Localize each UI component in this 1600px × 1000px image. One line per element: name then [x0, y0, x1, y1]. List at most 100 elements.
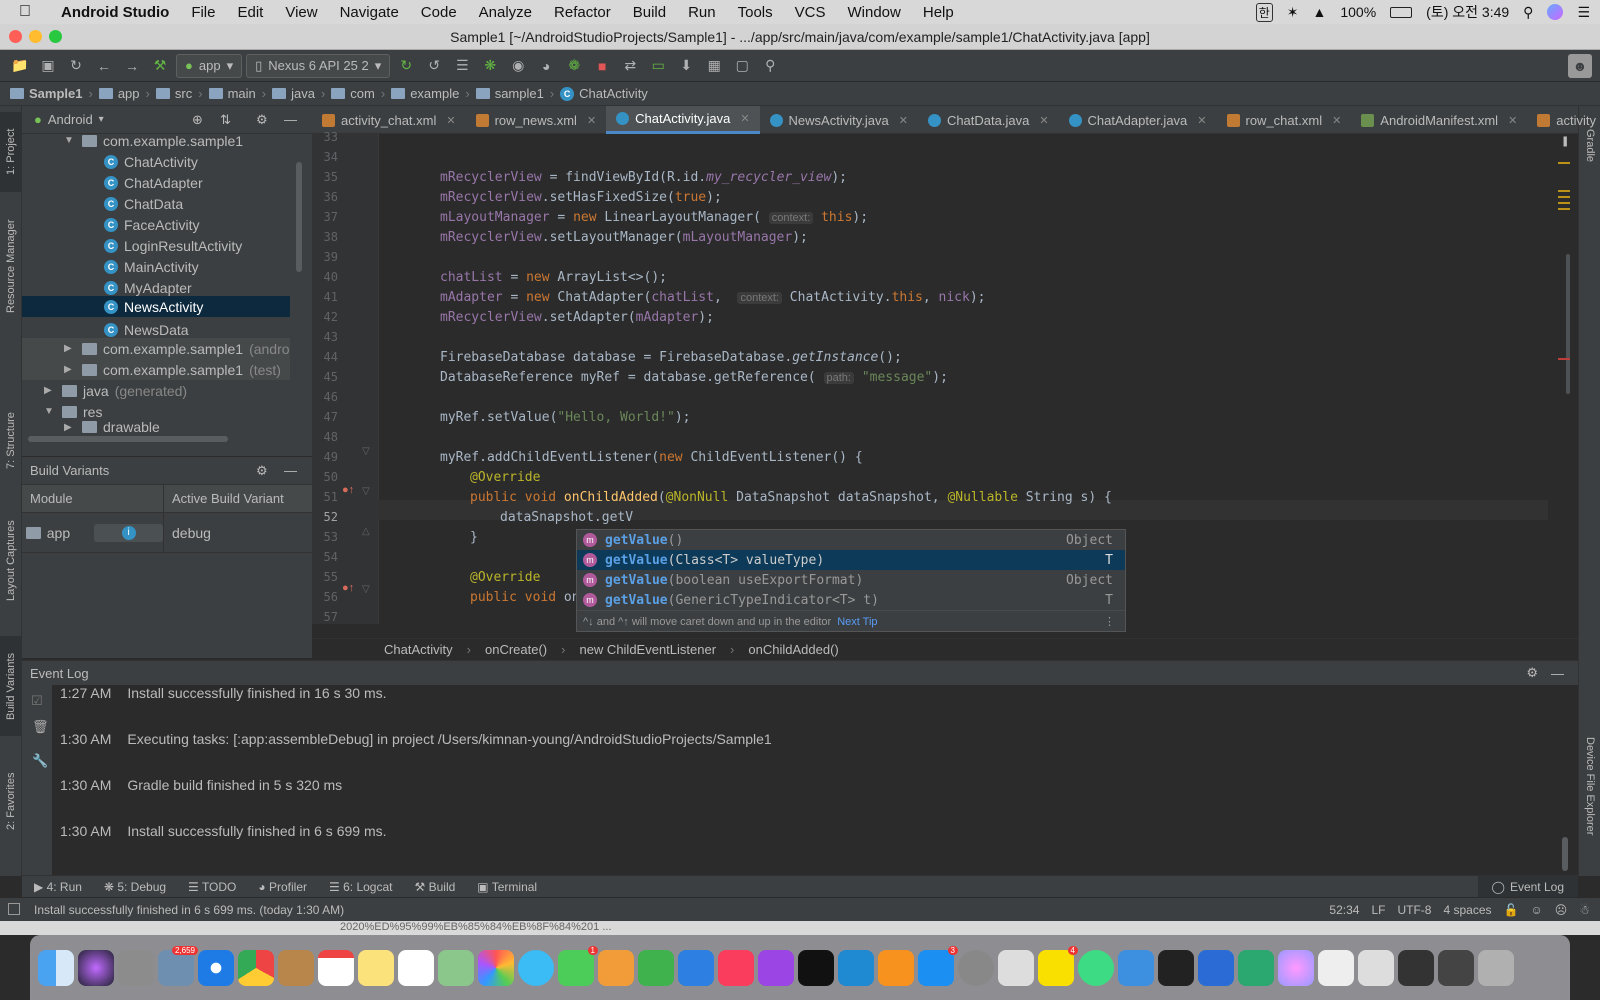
horizontal-scrollbar[interactable] — [28, 436, 228, 442]
menu-vcs[interactable]: VCS — [784, 4, 837, 21]
save-all-icon[interactable]: ▣ — [36, 54, 60, 78]
menu-view[interactable]: View — [274, 4, 328, 21]
notes-folder-icon[interactable] — [278, 949, 314, 986]
trash-icon[interactable]: 🗑 — [32, 719, 49, 735]
menu-analyze[interactable]: Analyze — [468, 4, 543, 21]
notes-icon[interactable] — [358, 949, 394, 986]
run-config-select[interactable]: ● app ▾ — [176, 53, 243, 78]
completion-item[interactable]: m getValue (GenericTypeIndicator<T> t) T — [577, 590, 1125, 610]
close-icon[interactable]: ✕ — [1508, 114, 1517, 127]
android-studio-icon[interactable] — [1078, 949, 1114, 986]
editor-crumb[interactable]: onChildAdded() — [748, 642, 838, 657]
caret-position[interactable]: 52:34 — [1329, 903, 1359, 917]
zoom-window-button[interactable] — [49, 30, 62, 43]
close-icon[interactable]: ✕ — [1197, 114, 1206, 127]
crumb-app[interactable]: app — [98, 86, 140, 101]
close-icon[interactable]: ✕ — [446, 114, 455, 127]
column-header-module[interactable]: Module — [22, 485, 164, 512]
menu-help[interactable]: Help — [912, 4, 965, 21]
device-file-icon[interactable]: ▢ — [730, 54, 754, 78]
table-row[interactable]: app i debug — [22, 512, 312, 553]
side-tab-resource-manager[interactable]: Resource Manager — [0, 206, 22, 326]
override-marker-icon[interactable]: ●↑ — [342, 484, 354, 496]
error-stripe-marker[interactable] — [1558, 358, 1570, 360]
menu-code[interactable]: Code — [410, 4, 468, 21]
minimize-panel-icon[interactable]: — — [1551, 666, 1564, 681]
crumb-sample1[interactable]: sample1 — [475, 86, 544, 101]
expand-arrow-icon[interactable]: ▶ — [64, 422, 76, 433]
wifi-icon[interactable]: ▲ — [1313, 4, 1327, 20]
crumb-project[interactable]: Sample1 — [10, 86, 82, 101]
tab-chatdata-java[interactable]: ChatData.java ✕ — [918, 106, 1059, 134]
notification-center-icon[interactable]: ☰ — [1577, 4, 1590, 21]
siri-dock-icon[interactable] — [78, 949, 114, 986]
calendar-icon[interactable] — [318, 949, 354, 986]
expand-arrow-icon[interactable]: ▶ — [64, 364, 76, 375]
close-icon[interactable]: ✕ — [1039, 114, 1048, 127]
numbers-icon[interactable] — [638, 949, 674, 986]
tab-androidmanifest-xml[interactable]: AndroidManifest.xml ✕ — [1351, 106, 1527, 134]
crumb-chatactivity[interactable]: C ChatActivity — [560, 86, 648, 101]
tree-item[interactable]: C FaceActivity — [104, 214, 199, 235]
close-window-button[interactable] — [9, 30, 22, 43]
editor-crumb[interactable]: ChatActivity — [384, 642, 453, 657]
tab-chatadapter-java[interactable]: ChatAdapter.java ✕ — [1059, 106, 1217, 134]
minimize-panel-icon[interactable]: — — [284, 463, 297, 478]
tree-item[interactable]: C ChatActivity — [104, 151, 198, 172]
gear-icon[interactable]: ⚙ — [256, 112, 268, 128]
chevron-down-icon[interactable]: ▾ — [99, 114, 104, 125]
event-notification-icon[interactable]: ☃ — [1579, 903, 1590, 917]
close-icon[interactable]: ✕ — [899, 114, 908, 127]
indent-setting[interactable]: 4 spaces — [1443, 903, 1491, 917]
expand-arrow-icon[interactable]: ▼ — [44, 406, 56, 417]
tree-item[interactable]: ▶ com.example.sample1 (andro — [22, 338, 290, 359]
tab-chatactivity-java[interactable]: ChatActivity.java ✕ — [606, 106, 760, 134]
expand-arrow-icon[interactable]: ▶ — [44, 385, 56, 396]
kakaotalk-icon[interactable]: 4 — [1038, 945, 1078, 986]
pause-inspection-icon[interactable]: ❚❚ — [1561, 136, 1570, 147]
tree-item[interactable]: C ChatAdapter — [104, 172, 203, 193]
profile-icon[interactable]: ◉ — [506, 54, 530, 78]
info-icon[interactable]: i — [94, 523, 163, 542]
reminders-icon[interactable] — [398, 949, 434, 986]
menu-clock[interactable]: (토) 오전 3:49 — [1426, 2, 1509, 22]
close-icon[interactable]: ✕ — [1332, 114, 1341, 127]
tree-item-selected[interactable]: C NewsActivity — [22, 296, 290, 317]
project-view-select[interactable]: Android — [48, 112, 93, 127]
siri-orb-icon[interactable] — [1278, 949, 1314, 986]
inspector-face-icon[interactable]: ☺ — [1530, 903, 1542, 917]
launchpad-icon[interactable] — [118, 949, 154, 986]
side-tab-device-file-explorer[interactable]: Device File Explorer — [1579, 716, 1600, 856]
status-message[interactable]: Install successfully finished in 6 s 699… — [34, 903, 344, 917]
debug-tool-button[interactable]: ❋ 5: Debug — [104, 880, 166, 894]
word-icon[interactable] — [1198, 949, 1234, 986]
side-tab-favorites[interactable]: 2: Favorites — [0, 756, 22, 846]
collapse-all-icon[interactable]: ⇅ — [220, 112, 231, 128]
fold-marker-icon[interactable]: ▽ — [362, 446, 370, 457]
close-icon[interactable]: ✕ — [587, 114, 596, 127]
tree-item[interactable]: C LoginResultActivity — [104, 235, 242, 256]
tree-item[interactable]: ▶ com.example.sample1 (test) — [22, 359, 290, 380]
tab-newsactivity-java[interactable]: NewsActivity.java ✕ — [760, 106, 918, 134]
menu-build[interactable]: Build — [622, 4, 677, 21]
calendar-app-icon[interactable]: 2,659 — [158, 945, 198, 986]
avd-manager-icon[interactable]: ▭ — [646, 54, 670, 78]
battery-icon[interactable] — [1390, 6, 1413, 18]
editor-crumb[interactable]: onCreate() — [485, 642, 547, 657]
keynote-icon[interactable] — [678, 949, 714, 986]
expand-arrow-icon[interactable]: ▶ — [64, 343, 76, 354]
fold-marker-icon[interactable]: ▽ — [362, 486, 370, 497]
side-tab-structure[interactable]: 7: Structure — [0, 396, 22, 486]
crumb-src[interactable]: src — [155, 86, 192, 101]
screen-thumbnail-icon[interactable] — [1398, 949, 1434, 986]
search-icon[interactable]: ⚲ — [758, 54, 782, 78]
crumb-com[interactable]: com — [331, 86, 375, 101]
fold-marker-icon[interactable]: ▽ — [362, 584, 370, 595]
tree-item[interactable]: C MyAdapter — [104, 277, 192, 298]
attach-debugger-icon[interactable]: ❁ — [562, 54, 586, 78]
siri-icon[interactable] — [1547, 4, 1564, 20]
logcat-tool-button[interactable]: ☰ 6: Logcat — [329, 880, 392, 894]
menu-window[interactable]: Window — [837, 4, 912, 21]
event-log-scrollbar[interactable] — [1562, 837, 1568, 871]
coverage-icon[interactable]: ☰ — [450, 54, 474, 78]
